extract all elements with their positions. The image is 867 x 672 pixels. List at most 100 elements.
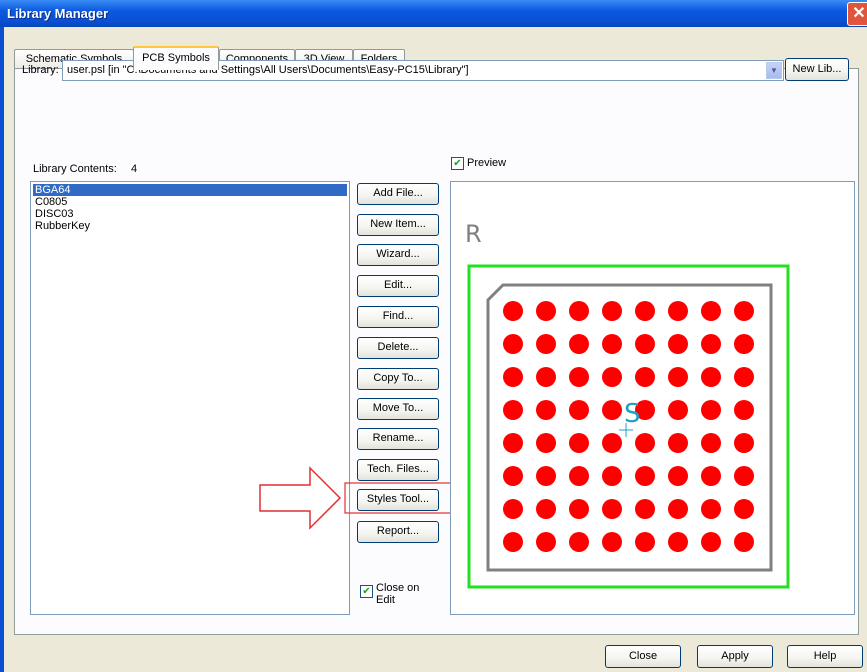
pad-6-8 xyxy=(734,466,754,486)
pad-5-1 xyxy=(503,433,523,453)
pad-8-3 xyxy=(569,532,589,552)
pad-4-2 xyxy=(536,400,556,420)
pad-3-1 xyxy=(503,367,523,387)
new-lib-button[interactable]: New Lib... xyxy=(785,58,849,81)
find-button[interactable]: Find... xyxy=(357,306,439,328)
pad-5-8 xyxy=(734,433,754,453)
pad-2-7 xyxy=(701,334,721,354)
rename-button[interactable]: Rename... xyxy=(357,428,439,450)
pad-7-8 xyxy=(734,499,754,519)
pad-1-5 xyxy=(635,301,655,321)
pad-6-6 xyxy=(668,466,688,486)
pad-7-3 xyxy=(569,499,589,519)
pad-7-1 xyxy=(503,499,523,519)
pad-8-8 xyxy=(734,532,754,552)
pad-4-1 xyxy=(503,400,523,420)
preview-pane: R S xyxy=(450,181,855,615)
pad-4-3 xyxy=(569,400,589,420)
pad-5-7 xyxy=(701,433,721,453)
chevron-down-icon[interactable]: ▼ xyxy=(766,62,782,79)
pad-4-7 xyxy=(701,400,721,420)
pcb-footprint-preview: R S xyxy=(465,220,790,589)
pad-5-3 xyxy=(569,433,589,453)
pad-6-3 xyxy=(569,466,589,486)
apply-button[interactable]: Apply xyxy=(697,645,773,668)
pad-1-8 xyxy=(734,301,754,321)
new-lib-label: New Lib... xyxy=(792,63,842,75)
edit-button[interactable]: Edit... xyxy=(357,275,439,297)
pad-4-6 xyxy=(668,400,688,420)
pad-3-3 xyxy=(569,367,589,387)
pad-5-2 xyxy=(536,433,556,453)
pad-3-4 xyxy=(602,367,622,387)
close-on-edit-label: Close on Edit xyxy=(376,582,420,606)
pad-1-2 xyxy=(536,301,556,321)
pad-6-5 xyxy=(635,466,655,486)
pad-8-1 xyxy=(503,532,523,552)
close-window-icon[interactable]: ✕ xyxy=(847,2,867,26)
library-contents-count: 4 xyxy=(131,163,138,175)
pad-2-1 xyxy=(503,334,523,354)
pad-2-6 xyxy=(668,334,688,354)
pad-4-4 xyxy=(602,400,622,420)
help-button[interactable]: Help xyxy=(787,645,863,668)
list-item-disc03[interactable]: DISC03 xyxy=(33,208,76,220)
window-title: Library Manager xyxy=(7,6,109,21)
pad-3-5 xyxy=(635,367,655,387)
title-bar: Library Manager ✕ xyxy=(0,0,867,27)
pad-2-8 xyxy=(734,334,754,354)
pad-8-5 xyxy=(635,532,655,552)
list-item-bga64[interactable]: BGA64 xyxy=(33,184,347,196)
pad-2-5 xyxy=(635,334,655,354)
close-button[interactable]: Close xyxy=(605,645,681,668)
pad-3-7 xyxy=(701,367,721,387)
library-contents-label: Library Contents: xyxy=(33,163,117,175)
library-label: Library: xyxy=(22,64,59,76)
pad-3-6 xyxy=(668,367,688,387)
delete-button[interactable]: Delete... xyxy=(357,337,439,359)
pad-7-4 xyxy=(602,499,622,519)
library-contents-list[interactable]: BGA64 C0805 DISC03 RubberKey xyxy=(30,181,350,615)
pad-6-7 xyxy=(701,466,721,486)
library-value: user.psl [in "C:\Documents and Settings\… xyxy=(67,64,469,76)
pad-6-2 xyxy=(536,466,556,486)
pad-1-3 xyxy=(569,301,589,321)
new-item-button[interactable]: New Item... xyxy=(357,214,439,236)
pad-8-7 xyxy=(701,532,721,552)
pad-3-2 xyxy=(536,367,556,387)
pad-8-2 xyxy=(536,532,556,552)
tab-pcb-symbols[interactable]: PCB Symbols xyxy=(133,46,219,70)
move-to-button[interactable]: Move To... xyxy=(357,398,439,420)
list-item-c0805[interactable]: C0805 xyxy=(33,196,69,208)
preview-checkbox[interactable]: ✔ xyxy=(451,157,464,170)
pad-7-6 xyxy=(668,499,688,519)
pad-2-3 xyxy=(569,334,589,354)
pad-5-6 xyxy=(668,433,688,453)
pad-1-6 xyxy=(668,301,688,321)
pad-7-5 xyxy=(635,499,655,519)
pad-2-2 xyxy=(536,334,556,354)
pad-6-1 xyxy=(503,466,523,486)
add-file-button[interactable]: Add File... xyxy=(357,183,439,205)
ref-designator-label: R xyxy=(465,220,482,248)
pad-8-4 xyxy=(602,532,622,552)
list-item-rubberkey[interactable]: RubberKey xyxy=(33,220,92,232)
library-manager-window: Library Manager ✕ Schematic Symbols PCB … xyxy=(0,0,867,672)
pad-4-8 xyxy=(734,400,754,420)
copy-to-button[interactable]: Copy To... xyxy=(357,368,439,390)
pad-5-5 xyxy=(635,433,655,453)
close-on-edit-checkbox[interactable]: ✔ xyxy=(360,585,373,598)
pad-7-2 xyxy=(536,499,556,519)
pad-7-7 xyxy=(701,499,721,519)
pad-5-4 xyxy=(602,433,622,453)
pad-1-7 xyxy=(701,301,721,321)
annotation-arrow-icon xyxy=(259,466,454,530)
pad-3-8 xyxy=(734,367,754,387)
pad-2-4 xyxy=(602,334,622,354)
pad-1-4 xyxy=(602,301,622,321)
pad-8-6 xyxy=(668,532,688,552)
pad-1-1 xyxy=(503,301,523,321)
pad-6-4 xyxy=(602,466,622,486)
wizard-button[interactable]: Wizard... xyxy=(357,244,439,266)
preview-label: Preview xyxy=(467,157,507,169)
